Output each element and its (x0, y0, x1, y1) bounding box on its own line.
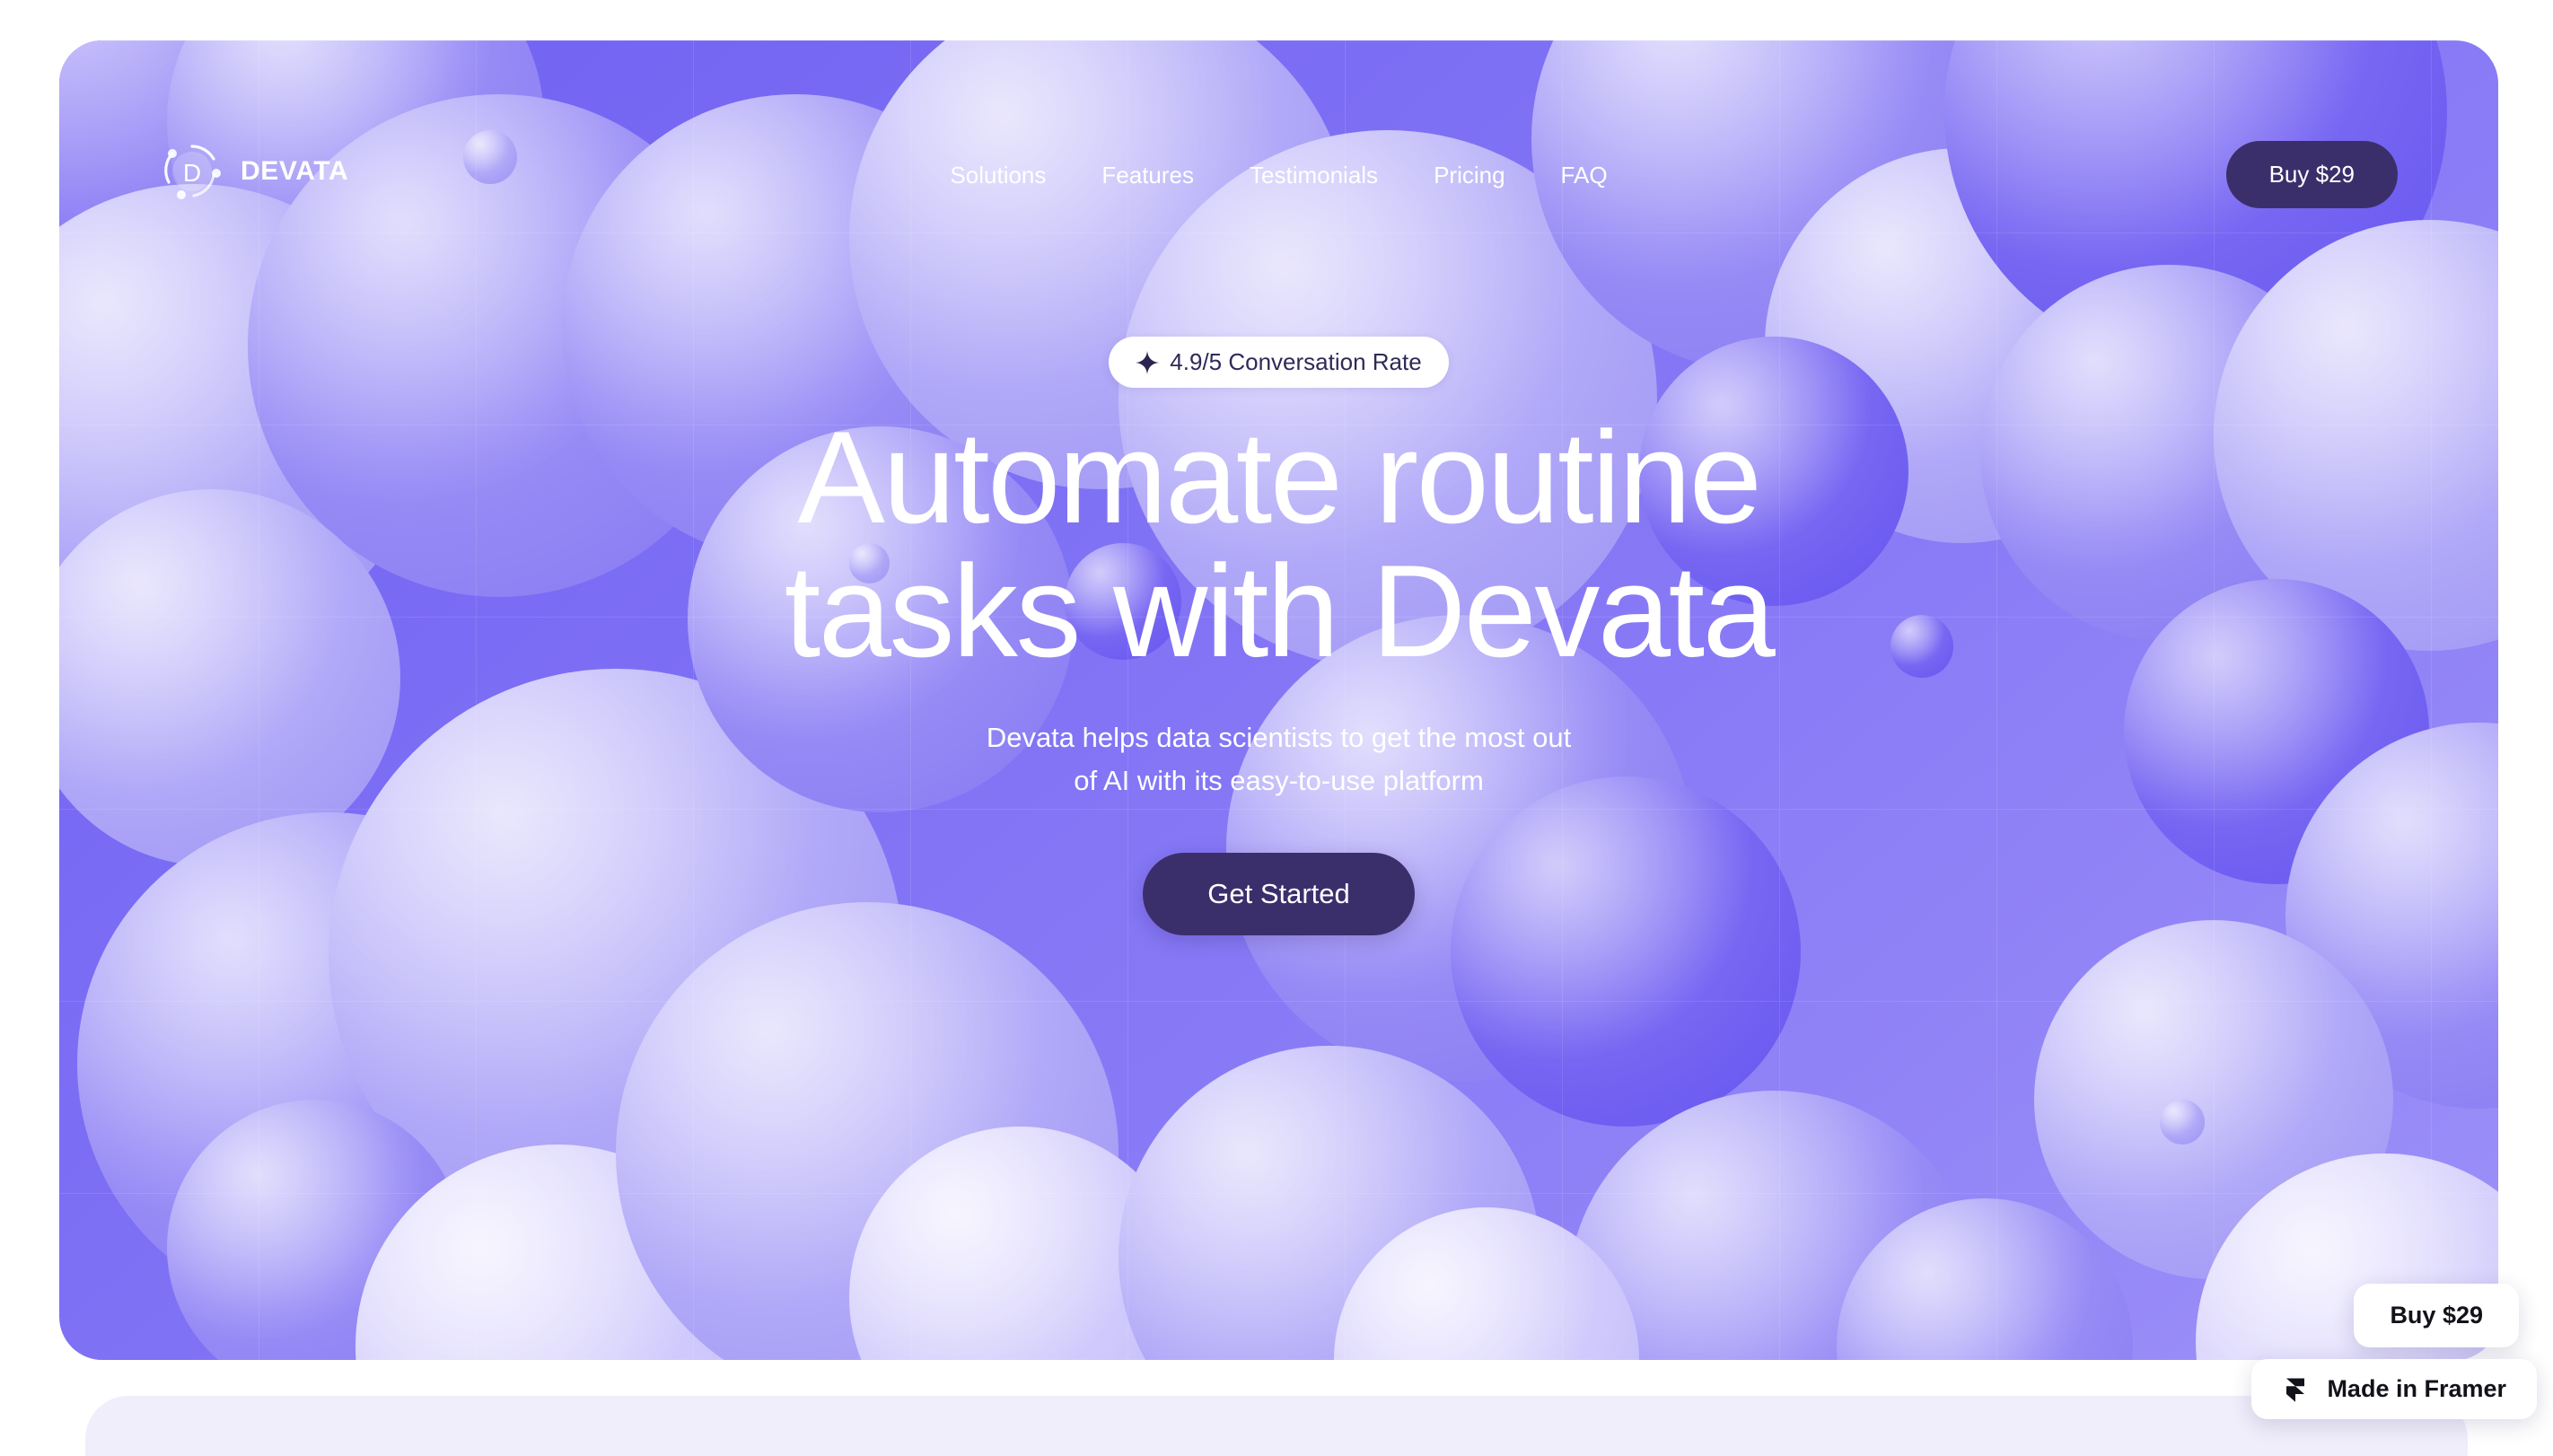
page-title: Automate routine tasks with Devata (784, 404, 1776, 684)
hero-subtitle: Devata helps data scientists to get the … (987, 716, 1571, 803)
nav-item-faq[interactable]: FAQ (1561, 162, 1608, 189)
nav-item-solutions[interactable]: Solutions (950, 162, 1046, 189)
headline-line-1: Automate routine (797, 404, 1762, 550)
made-in-framer-badge[interactable]: Made in Framer (2251, 1359, 2537, 1419)
rating-badge: 4.9/5 Conversation Rate (1109, 337, 1449, 388)
brand-name: DEVATA (241, 156, 349, 186)
next-section-panel (85, 1396, 2468, 1456)
made-in-framer-label: Made in Framer (2327, 1375, 2506, 1402)
hero-section: D DEVATA Solutions Features Testimonials… (59, 40, 2498, 1360)
floating-buy-button[interactable]: Buy $29 (2354, 1284, 2519, 1347)
brand-logo[interactable]: D DEVATA (160, 139, 348, 204)
subtitle-line-2: of AI with its easy-to-use platform (1074, 764, 1484, 796)
svg-text:D: D (183, 159, 201, 187)
get-started-button[interactable]: Get Started (1143, 852, 1415, 935)
subtitle-line-1: Devata helps data scientists to get the … (986, 721, 1572, 753)
sparkle-icon (1136, 350, 1160, 374)
main-navigation: Solutions Features Testimonials Pricing … (950, 162, 1607, 189)
framer-logo-icon (2282, 1376, 2309, 1403)
headline-line-2: tasks with Devata (784, 537, 1776, 684)
buy-button-header[interactable]: Buy $29 (2225, 141, 2398, 208)
page-root: D DEVATA Solutions Features Testimonials… (0, 0, 2553, 1456)
hero-background (59, 40, 2498, 1360)
site-header: D DEVATA Solutions Features Testimonials… (59, 40, 2498, 208)
nav-item-testimonials[interactable]: Testimonials (1250, 162, 1378, 189)
background-grid (59, 40, 2498, 1360)
nav-item-features[interactable]: Features (1101, 162, 1194, 189)
rating-badge-text: 4.9/5 Conversation Rate (1170, 348, 1422, 375)
nav-item-pricing[interactable]: Pricing (1434, 162, 1505, 189)
orbit-d-logo-icon: D (160, 139, 224, 204)
